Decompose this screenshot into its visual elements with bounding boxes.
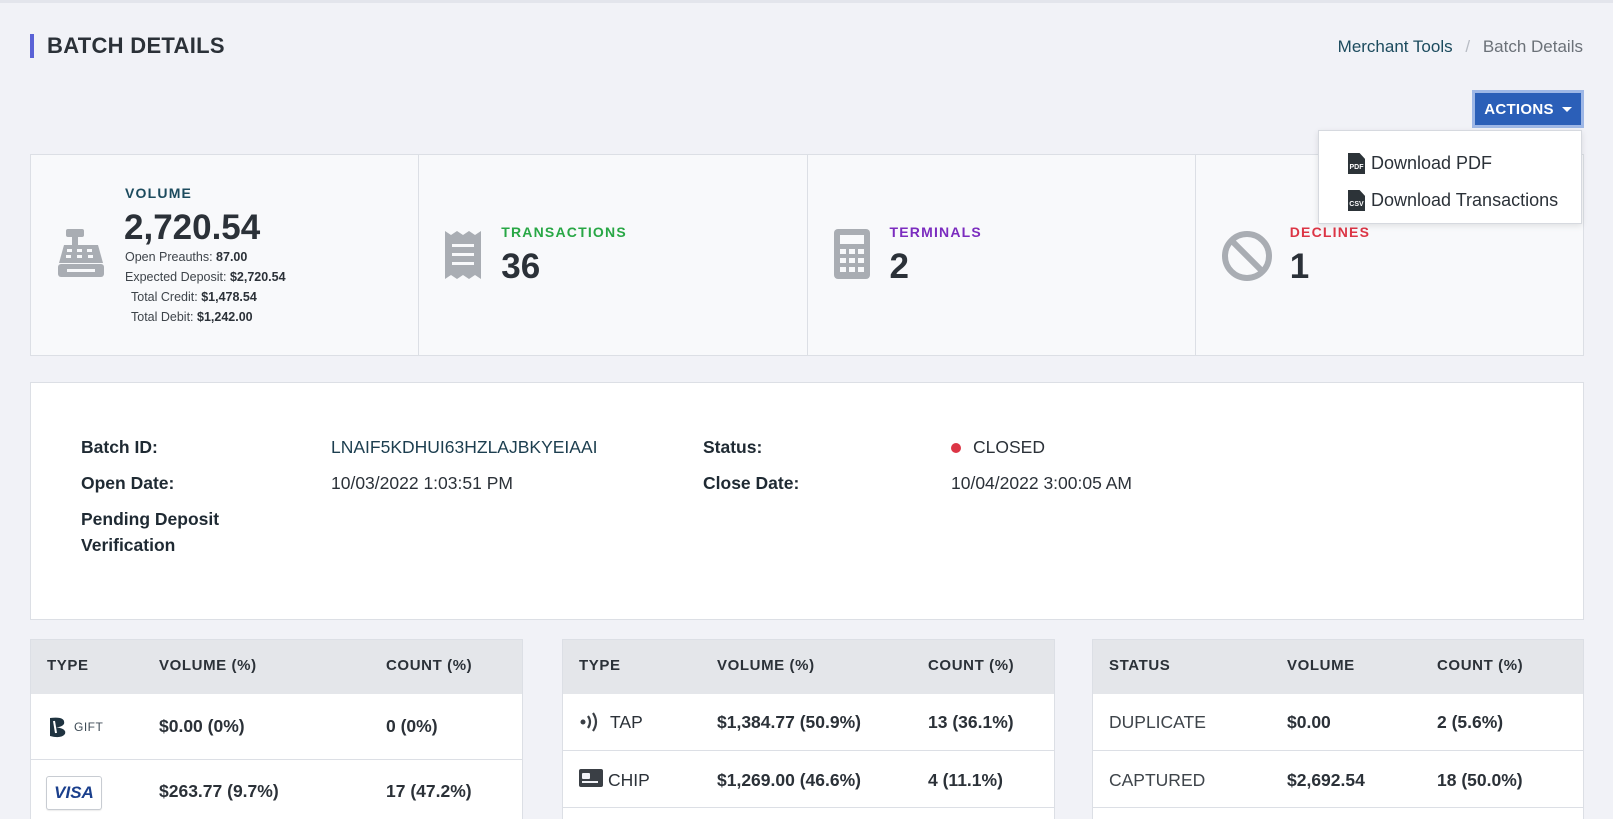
open-date-label: Open Date: <box>81 473 175 493</box>
volume-cell: $1,384.77 (50.9%) <box>717 712 861 732</box>
status-dot-icon <box>951 443 961 453</box>
expected-deposit-row: Expected Deposit: $2,720.54 <box>125 270 286 284</box>
col-header-count: COUNT (%) <box>386 657 473 674</box>
breadcrumb-separator: / <box>1465 37 1471 56</box>
stat-value-declines: 1 <box>1289 247 1310 286</box>
count-cell: 4 (11.1%) <box>928 770 1003 790</box>
stat-card-volume: VOLUME 2,720.54 Open Preauths: 87.00 Exp… <box>31 155 420 355</box>
stat-label-terminals: TERMINALS <box>889 224 982 240</box>
breadcrumb: Merchant Tools / Batch Details <box>1338 37 1583 57</box>
entry-type-tap-label: TAP <box>610 712 643 732</box>
close-date-value: 10/04/2022 3:00:05 AM <box>951 473 1132 493</box>
calculator-icon <box>832 227 872 281</box>
pdf-file-icon: PDF <box>1348 153 1365 174</box>
actions-button[interactable]: ACTIONS <box>1472 90 1584 128</box>
transaction-status-table: STATUS VOLUME COUNT (%) DUPLICATE $0.00 … <box>1092 639 1584 819</box>
cash-register-icon <box>55 227 107 279</box>
count-cell: 18 (50.0%) <box>1437 770 1523 790</box>
pending-deposit-verification-label: Pending Deposit Verification <box>81 509 220 555</box>
actions-dropdown-menu: PDF Download PDF CSV Download Transactio… <box>1318 130 1582 224</box>
actions-button-label: ACTIONS <box>1484 100 1554 118</box>
chip-card-icon <box>578 768 604 793</box>
entry-type-chip-label: CHIP <box>608 770 650 790</box>
table-row: VISA $263.77 (9.7%) 17 (47.2%) <box>31 760 522 819</box>
batch-id-value: LNAIF5KDHUI63HZLAJBKYEIAAI <box>331 437 598 457</box>
receipt-icon <box>443 229 483 281</box>
col-header-type: TYPE <box>579 657 621 674</box>
batch-details-panel: Batch ID: LNAIF5KDHUI63HZLAJBKYEIAAI Ope… <box>30 382 1584 620</box>
col-header-count: COUNT (%) <box>1437 657 1524 674</box>
total-credit-row: Total Credit: $1,478.54 <box>131 290 257 304</box>
volume-cell: $0.00 (0%) <box>159 716 245 736</box>
volume-cell: $0.00 <box>1287 712 1331 732</box>
col-header-volume: VOLUME (%) <box>159 657 257 674</box>
col-header-count: COUNT (%) <box>928 657 1015 674</box>
menu-item-download-pdf[interactable]: PDF Download PDF <box>1319 145 1581 182</box>
volume-breakdown: Open Preauths: 87.00 Expected Deposit: $… <box>125 247 286 327</box>
batch-id-label: Batch ID: <box>81 437 158 457</box>
menu-item-label: Download PDF <box>1371 153 1493 173</box>
table-row: GIFT $0.00 (0%) 0 (0%) <box>31 694 522 760</box>
entry-type-table: TYPE VOLUME (%) COUNT (%) TAP $1,384.77 … <box>562 639 1055 819</box>
close-date-label: Close Date: <box>703 473 800 493</box>
col-header-type: TYPE <box>47 657 89 674</box>
table-header: TYPE VOLUME (%) COUNT (%) <box>31 640 522 694</box>
col-header-volume: VOLUME (%) <box>717 657 815 674</box>
open-preauths-row: Open Preauths: 87.00 <box>125 250 248 264</box>
menu-item-download-transactions[interactable]: CSV Download Transactions <box>1319 182 1581 219</box>
caret-down-icon <box>1561 106 1572 112</box>
volume-cell: $263.77 (9.7%) <box>159 781 279 801</box>
count-cell: 17 (47.2%) <box>386 781 472 801</box>
stat-label-transactions: TRANSACTIONS <box>501 224 627 240</box>
stat-label-volume: VOLUME <box>125 185 193 201</box>
count-cell: 13 (36.1%) <box>928 712 1014 732</box>
visa-card-logo-icon: VISA <box>46 776 102 810</box>
table-header: STATUS VOLUME COUNT (%) <box>1093 640 1583 694</box>
top-border <box>0 0 1613 3</box>
stat-card-terminals: TERMINALS 2 <box>808 155 1196 355</box>
breadcrumb-merchant-tools-link[interactable]: Merchant Tools <box>1338 37 1453 56</box>
status-cell: DUPLICATE <box>1109 712 1206 732</box>
table-row: TAP $1,384.77 (50.9%) 13 (36.1%) <box>563 694 1054 751</box>
stat-value-transactions: 36 <box>501 247 541 286</box>
status-cell: CAPTURED <box>1109 770 1206 790</box>
col-header-volume: VOLUME <box>1287 657 1355 674</box>
contactless-icon <box>579 710 603 739</box>
card-type-gift-label: GIFT <box>74 720 104 734</box>
ban-icon <box>1220 229 1274 283</box>
table-row: DUPLICATE $0.00 2 (5.6%) <box>1093 694 1583 751</box>
breadcrumb-current: Batch Details <box>1482 37 1583 56</box>
gift-card-logo-icon: GIFT <box>46 715 103 739</box>
count-cell: 2 (5.6%) <box>1437 712 1504 732</box>
menu-item-label: Download Transactions <box>1371 190 1559 210</box>
open-date-value: 10/03/2022 1:03:51 PM <box>331 473 513 493</box>
volume-cell: $1,269.00 (46.6%) <box>717 770 861 790</box>
stat-card-transactions: TRANSACTIONS 36 <box>419 155 808 355</box>
stat-label-declines: DECLINES <box>1289 224 1371 240</box>
total-debit-row: Total Debit: $1,242.00 <box>131 310 253 324</box>
table-header: TYPE VOLUME (%) COUNT (%) <box>563 640 1054 694</box>
col-header-status: STATUS <box>1109 657 1171 674</box>
count-cell: 0 (0%) <box>386 716 438 736</box>
csv-file-icon: CSV <box>1348 190 1365 211</box>
volume-cell: $2,692.54 <box>1287 770 1365 790</box>
status-value: CLOSED <box>973 437 1045 457</box>
table-row: CAPTURED $2,692.54 18 (50.0%) <box>1093 751 1583 808</box>
stat-value-terminals: 2 <box>889 247 909 286</box>
card-type-table: TYPE VOLUME (%) COUNT (%) GIFT $0.00 (0%… <box>30 639 523 819</box>
stat-value-volume: 2,720.54 <box>124 208 261 247</box>
page-title: BATCH DETAILS <box>30 34 225 58</box>
status-label: Status: <box>703 437 763 457</box>
table-row: CHIP $1,269.00 (46.6%) 4 (11.1%) <box>563 751 1054 808</box>
